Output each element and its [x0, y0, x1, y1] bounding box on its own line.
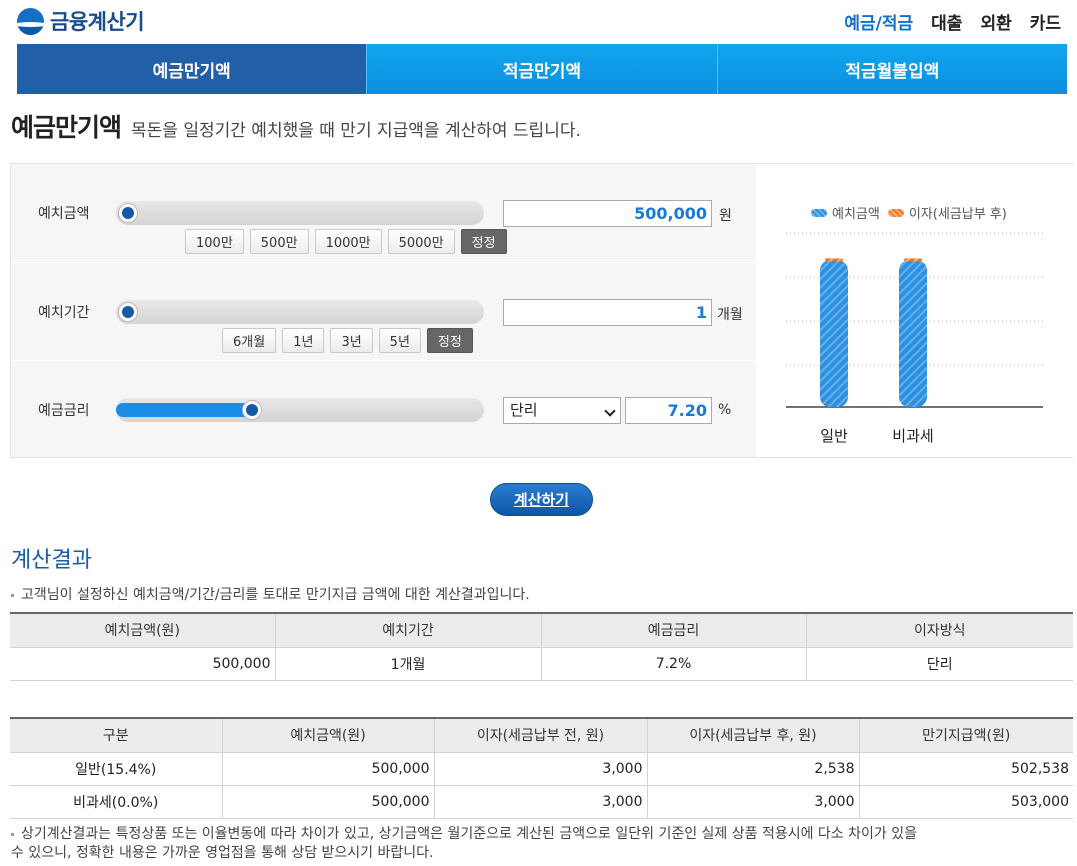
footnote-line-1: 상기계산결과는 특정상품 또는 이율변동에 따라 차이가 있고, 상기금액은 월… [21, 826, 917, 842]
summary-header-period: 예치기간 [274, 612, 541, 648]
period-3y-button[interactable]: 3년 [330, 328, 373, 353]
detail-cell-maturity: 502,538 [858, 752, 1073, 786]
logo-icon [17, 7, 44, 35]
detail-header-maturity: 만기지급액(원) [858, 717, 1073, 753]
period-5y-button[interactable]: 5년 [378, 328, 421, 353]
summary-header-method: 이자방식 [805, 612, 1073, 648]
summary-cell-method: 단리 [805, 647, 1073, 681]
chevron-down-icon [604, 405, 616, 417]
summary-header-row: 예치금액(원) 예치기간 예금금리 이자방식 [10, 612, 1073, 648]
period-quick-buttons: 6개월 1년 3년 5년 정정 [222, 328, 473, 353]
deposit-quick-buttons: 100만 500만 1000만 5000만 정정 [185, 229, 507, 254]
page-description: 목돈을 일정기간 예치했을 때 만기 지급액을 계산하여 드립니다. [131, 121, 581, 141]
chart-bar-deposit [820, 260, 848, 407]
summary-header-deposit: 예치금액(원) [10, 612, 275, 648]
rate-slider-fill [116, 403, 252, 417]
footnote-line-2: 수 있으니, 정확한 내용은 가까운 영업점을 통해 상담 받으시기 바랍니다. [11, 845, 434, 861]
rate-row: 예금금리 단리 7.20 % [11, 360, 756, 458]
rate-slider[interactable] [116, 398, 484, 422]
calculate-button[interactable]: 계산하기 [490, 483, 593, 516]
bullet-icon [11, 593, 14, 597]
rate-slider-thumb[interactable] [241, 400, 262, 420]
logo-text: 금융계산기 [50, 10, 145, 34]
rate-label: 예금금리 [38, 403, 90, 419]
detail-cell-interest-post: 2,538 [646, 752, 859, 786]
period-slider-thumb[interactable] [118, 302, 138, 322]
deposit-500-button[interactable]: 500만 [249, 229, 309, 254]
detail-header-row: 구분 예치금액(원) 이자(세금납부 전, 원) 이자(세금납부 후, 원) 만… [10, 717, 1073, 753]
period-reset-button[interactable]: 정정 [426, 328, 473, 353]
tab-savings-monthly[interactable]: 적금월불입액 [716, 44, 1067, 94]
chart-bar-interest [904, 258, 922, 262]
deposit-label: 예치금액 [38, 206, 90, 222]
page-heading: 예금만기액 목돈을 일정기간 예치했을 때 만기 지급액을 계산하여 드립니다. [11, 108, 581, 144]
nav-deposit-savings[interactable]: 예금/적금 [844, 9, 913, 34]
summary-row: 500,000 1개월 7.2% 단리 [10, 647, 1073, 681]
nav-card[interactable]: 카드 [1030, 9, 1061, 34]
detail-cell-type: 비과세(0.0%) [10, 785, 222, 819]
interest-type-value: 단리 [510, 401, 538, 419]
table-row: 일반(15.4%) 500,000 3,000 2,538 502,538 [10, 752, 1073, 786]
detail-cell-interest-post: 3,000 [646, 785, 859, 819]
period-1y-button[interactable]: 1년 [282, 328, 325, 353]
calculator-tabs: 예금만기액 적금만기액 적금월불입액 [17, 44, 1067, 94]
period-input[interactable]: 1 [503, 299, 712, 326]
nav-exchange[interactable]: 외환 [980, 9, 1011, 34]
deposit-reset-button[interactable]: 정정 [460, 229, 507, 254]
period-6m-button[interactable]: 6개월 [222, 328, 277, 353]
chart-bar-interest [825, 258, 843, 262]
results-note-text: 고객님이 설정하신 예치금액/기간/금리를 토대로 만기지급 금액에 대한 계산… [21, 587, 530, 603]
deposit-100-button[interactable]: 100만 [185, 229, 244, 254]
summary-cell-rate: 7.2% [540, 647, 806, 681]
maturity-chart: 예치금액 이자(세금납부 후) 일반 비과세 [756, 164, 1073, 457]
detail-header-interest-pre: 이자(세금납부 전, 원) [433, 717, 647, 753]
period-label: 예치기간 [38, 305, 90, 321]
detail-cell-deposit: 500,000 [221, 752, 434, 786]
tab-savings-maturity[interactable]: 적금만기액 [366, 44, 717, 94]
bullet-icon [11, 832, 14, 836]
summary-cell-deposit: 500,000 [10, 647, 275, 681]
detail-header-interest-post: 이자(세금납부 후, 원) [646, 717, 859, 753]
detail-header-type: 구분 [10, 717, 222, 753]
period-slider[interactable] [116, 300, 484, 324]
detail-cell-type: 일반(15.4%) [10, 752, 222, 786]
detail-cell-maturity: 503,000 [858, 785, 1073, 819]
detail-table: 구분 예치금액(원) 이자(세금납부 전, 원) 이자(세금납부 후, 원) 만… [10, 717, 1073, 819]
summary-header-rate: 예금금리 [540, 612, 806, 648]
period-unit: 개월 [717, 307, 743, 323]
header: 금융계산기 예금/적금 대출 외환 카드 [0, 0, 1077, 40]
top-nav: 예금/적금 대출 외환 카드 [844, 9, 1061, 34]
summary-cell-period: 1개월 [274, 647, 541, 681]
deposit-slider[interactable] [116, 201, 484, 225]
page-title: 예금만기액 [11, 113, 122, 142]
deposit-unit: 원 [719, 208, 732, 224]
detail-header-deposit: 예치금액(원) [221, 717, 434, 753]
table-row: 비과세(0.0%) 500,000 3,000 3,000 503,000 [10, 785, 1073, 819]
chart-category-label: 비과세 [892, 427, 933, 445]
deposit-amount-input[interactable]: 500,000 [503, 200, 712, 227]
rate-input[interactable]: 7.20 [625, 397, 712, 424]
calculator-panel: 예치금액 100만 500만 1000만 5000만 정정 500,000 원 … [10, 163, 1073, 458]
summary-table: 예치금액(원) 예치기간 예금금리 이자방식 500,000 1개월 7.2% … [10, 612, 1073, 681]
rate-unit: % [718, 402, 732, 418]
chart-plot: 일반 비과세 [786, 232, 1043, 445]
deposit-row: 예치금액 100만 500만 1000만 5000만 정정 500,000 원 [11, 164, 756, 262]
detail-cell-interest-pre: 3,000 [433, 785, 647, 819]
footnote: 상기계산결과는 특정상품 또는 이율변동에 따라 차이가 있고, 상기금액은 월… [11, 825, 917, 863]
results-note: 고객님이 설정하신 예치금액/기간/금리를 토대로 만기지급 금액에 대한 계산… [11, 584, 530, 604]
deposit-5000-button[interactable]: 5000만 [387, 229, 455, 254]
tab-deposit-maturity[interactable]: 예금만기액 [17, 44, 367, 94]
deposit-slider-thumb[interactable] [118, 203, 138, 223]
interest-type-select[interactable]: 단리 [503, 397, 621, 424]
period-row: 예치기간 6개월 1년 3년 5년 정정 1 개월 [11, 262, 756, 360]
chart-category-label: 일반 [820, 427, 848, 445]
detail-cell-interest-pre: 3,000 [433, 752, 647, 786]
nav-loan[interactable]: 대출 [931, 9, 962, 34]
logo[interactable]: 금융계산기 [17, 6, 145, 36]
chart-bar-deposit [899, 260, 927, 407]
detail-cell-deposit: 500,000 [221, 785, 434, 819]
deposit-1000-button[interactable]: 1000만 [314, 229, 382, 254]
results-title: 계산결과 [11, 548, 92, 573]
